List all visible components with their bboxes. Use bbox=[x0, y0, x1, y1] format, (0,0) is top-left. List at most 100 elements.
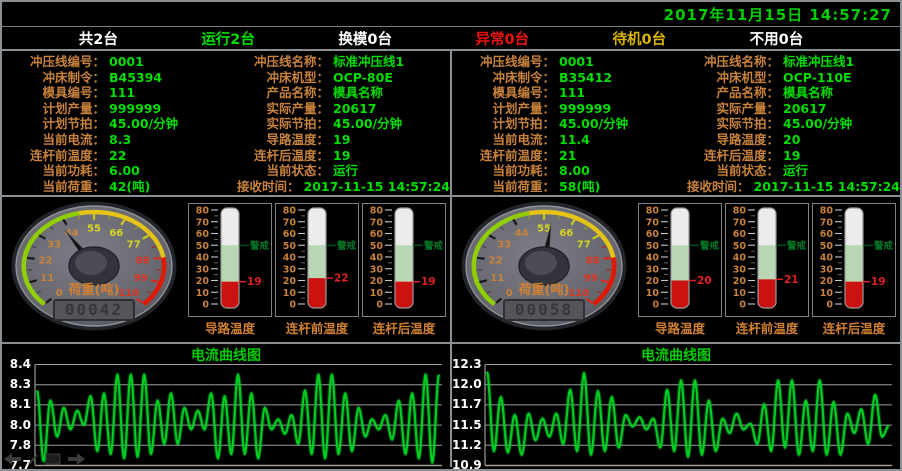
svg-text:110: 110 bbox=[568, 288, 589, 299]
info-label: 模具编号： bbox=[2, 85, 105, 101]
svg-text:55: 55 bbox=[87, 223, 101, 234]
svg-text:40: 40 bbox=[646, 252, 660, 263]
info-value: 999999 bbox=[559, 101, 611, 117]
info-row: 冲床制令：B45394 bbox=[2, 70, 226, 86]
svg-text:50: 50 bbox=[196, 240, 210, 251]
info-label: 当前电流： bbox=[2, 132, 105, 148]
svg-text:22: 22 bbox=[489, 255, 503, 266]
info-row: 产品名称：模具名称 bbox=[226, 85, 450, 101]
y-tick-label: 8.4 bbox=[2, 358, 31, 371]
info-row: 产品名称：模具名称 bbox=[676, 85, 900, 101]
info-label: 连杆前温度： bbox=[452, 148, 555, 164]
svg-text:0: 0 bbox=[652, 299, 659, 310]
info-value: 45.00/分钟 bbox=[109, 116, 178, 132]
svg-text:30: 30 bbox=[820, 264, 834, 275]
info-row: 接收时间：2017-11-15 14:57:24 bbox=[226, 179, 450, 195]
warning-threshold-label: 警戒 bbox=[250, 239, 270, 251]
svg-text:30: 30 bbox=[370, 264, 384, 275]
thermometer-label: 连杆前温度 bbox=[736, 318, 799, 337]
warning-threshold-label: 警戒 bbox=[787, 239, 807, 251]
forward-arrow-icon[interactable] bbox=[68, 452, 85, 466]
status-item-4: 待机0台 bbox=[613, 28, 667, 49]
svg-text:70: 70 bbox=[820, 217, 834, 228]
y-tick-label: 12.0 bbox=[452, 378, 481, 391]
svg-text:30: 30 bbox=[646, 264, 660, 275]
svg-text:10: 10 bbox=[733, 287, 747, 298]
thermometer: 01020304050607080警戒22连杆前温度 bbox=[275, 203, 359, 337]
thermometer-value: 21 bbox=[784, 273, 799, 285]
svg-text:77: 77 bbox=[127, 239, 141, 250]
info-label: 计划节拍： bbox=[2, 116, 105, 132]
pencil-icon[interactable] bbox=[28, 453, 38, 465]
info-value: 20 bbox=[783, 132, 800, 148]
info-row: 实际产量：20617 bbox=[226, 101, 450, 117]
svg-text:60: 60 bbox=[370, 229, 384, 240]
info-row: 当前状态：运行 bbox=[676, 163, 900, 179]
info-label: 计划产量： bbox=[452, 101, 555, 117]
info-value: OCP-110E bbox=[783, 70, 852, 86]
y-tick-label: 8.3 bbox=[2, 378, 31, 391]
info-row: 当前状态：运行 bbox=[226, 163, 450, 179]
svg-text:0: 0 bbox=[826, 299, 833, 310]
thermometer: 01020304050607080警戒20导路温度 bbox=[638, 203, 722, 337]
info-value: 0001 bbox=[559, 54, 594, 70]
warning-threshold-label: 警戒 bbox=[700, 239, 720, 251]
info-label: 接收时间： bbox=[226, 179, 300, 195]
svg-text:20: 20 bbox=[820, 276, 834, 287]
info-value: 2017-11-15 14:57:24 bbox=[304, 179, 451, 195]
info-label: 实际产量： bbox=[676, 101, 779, 117]
info-row: 连杆后温度：19 bbox=[226, 148, 450, 164]
y-tick-label: 11.5 bbox=[452, 419, 481, 432]
svg-text:66: 66 bbox=[559, 227, 573, 238]
svg-text:20: 20 bbox=[196, 276, 210, 287]
info-row: 当前功耗：6.00 bbox=[2, 163, 226, 179]
info-value: 模具名称 bbox=[783, 85, 833, 101]
svg-text:80: 80 bbox=[820, 205, 834, 216]
info-label: 当前荷重： bbox=[2, 179, 105, 195]
info-label: 当前功耗： bbox=[452, 163, 555, 179]
svg-text:40: 40 bbox=[370, 252, 384, 263]
svg-text:99: 99 bbox=[584, 273, 598, 284]
gauge-odometer: 00042 bbox=[65, 300, 123, 319]
info-label: 冲压线名称： bbox=[676, 54, 779, 70]
info-value: 45.00/分钟 bbox=[559, 116, 628, 132]
info-label: 导路温度： bbox=[676, 132, 779, 148]
info-label: 冲床机型： bbox=[226, 70, 329, 86]
machine-1-info: 冲压线编号：0001冲床制令：B45394模具编号：111计划产量：999999… bbox=[2, 51, 450, 197]
svg-text:80: 80 bbox=[733, 205, 747, 216]
info-label: 当前状态： bbox=[226, 163, 329, 179]
gauge-unit-label: 荷重(吨) bbox=[518, 282, 570, 298]
info-label: 产品名称： bbox=[226, 85, 329, 101]
machine-2-chart-section: 电流曲线图 12.312.011.711.511.210.9 bbox=[452, 344, 900, 467]
info-row: 当前荷重：58(吨) bbox=[452, 179, 676, 195]
info-label: 计划节拍： bbox=[452, 116, 555, 132]
svg-text:80: 80 bbox=[646, 205, 660, 216]
svg-text:70: 70 bbox=[646, 217, 660, 228]
thermometer-label: 连杆前温度 bbox=[286, 318, 349, 337]
svg-text:50: 50 bbox=[646, 240, 660, 251]
back-arrow-icon[interactable] bbox=[4, 452, 21, 466]
svg-text:70: 70 bbox=[370, 217, 384, 228]
y-axis-labels: 12.312.011.711.511.210.9 bbox=[452, 363, 484, 467]
svg-text:50: 50 bbox=[820, 240, 834, 251]
info-row: 计划产量：999999 bbox=[452, 101, 676, 117]
info-value: 999999 bbox=[109, 101, 161, 117]
stop-square-icon[interactable] bbox=[45, 453, 61, 465]
thermometer-value: 19 bbox=[247, 276, 262, 288]
status-item-3: 异常0台 bbox=[475, 28, 529, 49]
info-label: 计划产量： bbox=[2, 101, 105, 117]
thermometer-label: 导路温度 bbox=[205, 318, 255, 337]
info-label: 冲床机型： bbox=[676, 70, 779, 86]
thermometer: 01020304050607080警戒19导路温度 bbox=[188, 203, 272, 337]
svg-text:80: 80 bbox=[196, 205, 210, 216]
svg-text:10: 10 bbox=[370, 287, 384, 298]
info-row: 模具编号：111 bbox=[2, 85, 226, 101]
info-row: 冲压线编号：0001 bbox=[2, 54, 226, 70]
info-label: 冲床制令： bbox=[452, 70, 555, 86]
svg-text:77: 77 bbox=[577, 239, 591, 250]
svg-text:0: 0 bbox=[506, 288, 513, 299]
info-label: 导路温度： bbox=[226, 132, 329, 148]
thermometer-value: 19 bbox=[871, 276, 886, 288]
svg-text:70: 70 bbox=[196, 217, 210, 228]
warning-threshold-label: 警戒 bbox=[424, 239, 444, 251]
